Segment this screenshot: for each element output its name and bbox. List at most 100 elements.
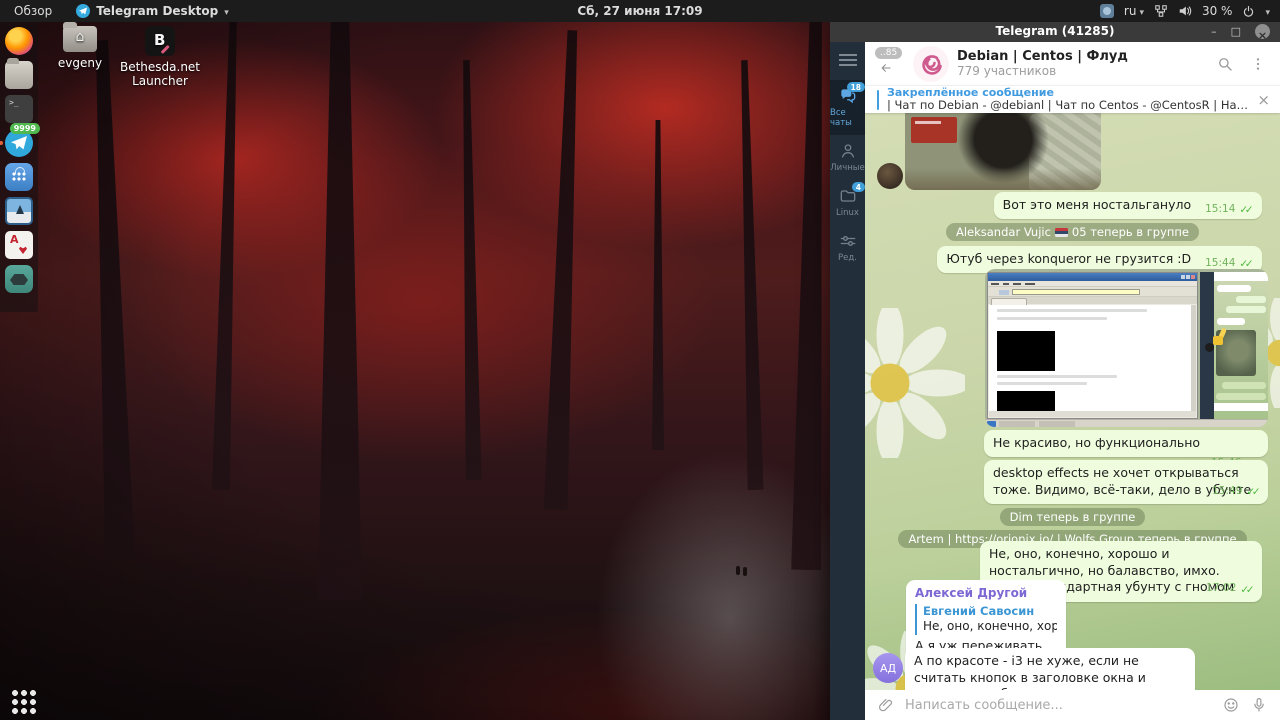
chevron-down-icon[interactable]	[1265, 4, 1270, 18]
chevron-down-icon	[1139, 4, 1144, 18]
tree-trunk	[318, 0, 362, 600]
folder-badge: 18	[847, 82, 865, 92]
message-text: А по красоте - i3 не хуже, если не счита…	[914, 653, 1146, 690]
chats-icon: 18	[837, 82, 865, 106]
message-text: Не красиво, но функционально	[993, 435, 1201, 450]
message-text: Вот это меня ностальгануло	[1002, 197, 1192, 212]
app-menu[interactable]: Telegram Desktop	[76, 4, 229, 18]
attach-icon[interactable]	[877, 696, 895, 714]
close-button[interactable]	[1255, 23, 1270, 39]
chat-title-block: Debian | Centos | Флуд 779 участников	[957, 49, 1208, 78]
message-input[interactable]	[905, 697, 1212, 713]
message-composer	[865, 690, 1280, 720]
folder-all-chats[interactable]: 18 Все чаты	[830, 80, 865, 135]
activities-button[interactable]: Обзор	[14, 4, 52, 18]
search-icon[interactable]	[1216, 55, 1234, 73]
firefox-icon[interactable]	[5, 27, 33, 55]
photo-message[interactable]	[905, 113, 1101, 190]
desktop-icon-label: Bethesda.net Launcher	[119, 60, 201, 88]
tree-trunk	[458, 60, 481, 480]
service-text: Dim теперь в группе	[999, 508, 1146, 526]
folder-personal[interactable]: Личные	[830, 135, 865, 180]
folders-sidebar: 18 Все чаты Личные 4 Linux Ред.	[830, 42, 865, 720]
battery-percent: 30 %	[1201, 4, 1233, 18]
message-time: 15:49	[1212, 484, 1243, 497]
folder-label: Все чаты	[830, 108, 852, 128]
desktop-icon-label: evgeny	[57, 56, 103, 70]
window-titlebar[interactable]: Telegram (41285)	[830, 20, 1280, 42]
unread-counter-badge: ..85	[875, 46, 903, 59]
app-menu-label: Telegram Desktop	[96, 4, 219, 18]
chat-avatar[interactable]	[913, 45, 949, 82]
thumbs-up-emoji	[1211, 327, 1231, 347]
telegram-window: Telegram (41285) 18 Все чаты	[830, 20, 1280, 720]
tree-trunk	[791, 10, 831, 570]
tree-trunk	[544, 30, 585, 511]
folder-edit[interactable]: Ред.	[830, 225, 865, 270]
volume-icon[interactable]	[1178, 4, 1192, 18]
telegram-app-icon	[76, 4, 91, 18]
maximize-button[interactable]	[1231, 26, 1241, 37]
telegram-unread-badge: 9999	[9, 123, 40, 134]
sliders-icon	[837, 231, 859, 251]
chevron-down-icon	[224, 4, 229, 18]
files-icon[interactable]	[5, 58, 33, 89]
folder-badge: 4	[852, 182, 865, 192]
serbia-flag-icon	[1054, 227, 1068, 237]
tree-trunk	[736, 60, 763, 490]
close-pinned-icon[interactable]	[1257, 91, 1270, 109]
reply-quote[interactable]: Евгений Савосин Не, оно, конечно, хорошо…	[915, 603, 1057, 635]
read-checks-icon	[1240, 581, 1254, 598]
outgoing-message[interactable]: Вот это меня ностальгануло 15:14	[993, 192, 1262, 219]
outgoing-message[interactable]: desktop effects не хочет открываться тож…	[984, 460, 1268, 504]
message-text: Ютуб через konqueror не грузится :D	[946, 251, 1192, 266]
sender-avatar[interactable]: АД	[873, 653, 903, 683]
folder-label: Linux	[836, 208, 859, 218]
desktop-icon-bethesda[interactable]: Bethesda.net Launcher	[120, 26, 200, 88]
desktop-icon-evgeny[interactable]: evgeny	[40, 22, 120, 70]
teal-app-icon[interactable]	[5, 265, 33, 293]
screenshot-photo-message[interactable]	[985, 269, 1268, 427]
folder-label: Личные	[830, 163, 865, 173]
chat-header[interactable]: ..85 Debian | Centos | Флуд 779 участник…	[865, 42, 1280, 85]
microphone-icon[interactable]	[1250, 696, 1268, 714]
kebab-menu-icon[interactable]	[1250, 55, 1266, 73]
desktop-screen: Обзор Telegram Desktop Сб, 27 июня 17:09…	[0, 0, 1280, 720]
tree-trunk	[652, 120, 664, 450]
terminal-icon[interactable]	[5, 95, 33, 123]
service-message: Aleksandar Vujic 05 теперь в группе	[865, 223, 1280, 241]
sender-avatar[interactable]	[877, 163, 903, 189]
read-checks-icon	[1239, 201, 1253, 218]
reply-text: Не, оно, конечно, хорошо и ...	[923, 619, 1057, 633]
read-checks-icon	[1246, 483, 1260, 500]
show-applications-button[interactable]	[10, 688, 38, 716]
telegram-tray-icon[interactable]	[1099, 4, 1114, 18]
telegram-dock-icon[interactable]: 9999	[0, 123, 40, 157]
photo-detail	[911, 117, 957, 143]
screenshot-taskbar	[985, 419, 1268, 427]
incoming-message[interactable]: А по красоте - i3 не хуже, если не счита…	[905, 648, 1195, 690]
keyboard-layout-indicator[interactable]: ru	[1124, 4, 1144, 18]
chat-members-count: 779 участников	[957, 64, 1057, 78]
software-center-icon[interactable]	[5, 163, 33, 191]
emoji-icon[interactable]	[1222, 696, 1240, 714]
tree-trunk	[87, 40, 135, 561]
minimize-button[interactable]	[1211, 26, 1217, 37]
power-icon[interactable]	[1242, 5, 1255, 18]
folder-label: Ред.	[838, 253, 857, 263]
walking-figure	[736, 566, 740, 575]
back-button[interactable]: ..85	[875, 46, 905, 81]
network-icon[interactable]	[1154, 4, 1168, 18]
folder-linux[interactable]: 4 Linux	[830, 180, 865, 225]
image-viewer-icon[interactable]	[5, 197, 33, 225]
pinned-text: | Чат по Debian - @debianl | Чат по Cent…	[887, 99, 1249, 113]
clock[interactable]: Сб, 27 июня 17:09	[577, 4, 702, 18]
pinned-message-bar[interactable]: Закреплённое сообщение | Чат по Debian -…	[865, 85, 1280, 113]
daisy-decoration	[865, 308, 965, 458]
solitaire-icon[interactable]	[5, 231, 33, 259]
message-time: 15:14	[1205, 202, 1236, 215]
top-bar: Обзор Telegram Desktop Сб, 27 июня 17:09…	[0, 0, 1280, 22]
hamburger-menu-icon[interactable]	[838, 54, 857, 66]
sender-name[interactable]: Алексей Другой	[915, 586, 1057, 602]
chat-message-area[interactable]: Вот это меня ностальгануло 15:14 Aleksan…	[865, 113, 1280, 690]
